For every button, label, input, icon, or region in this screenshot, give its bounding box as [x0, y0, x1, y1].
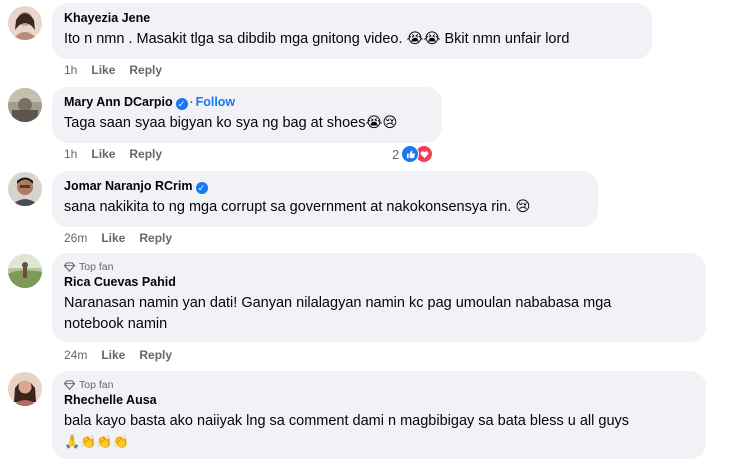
comment-emoji-line: 🙏👏👏👏	[64, 435, 129, 450]
comment-text-line: Naranasan namin yan dati! Ganyan nilalag…	[64, 295, 612, 311]
like-button[interactable]: Like	[91, 147, 115, 161]
commenter-name-row: Jomar Naranjo RCrim ✓	[64, 178, 586, 195]
commenter-name[interactable]: Jomar Naranjo RCrim	[64, 179, 193, 193]
like-button[interactable]: Like	[101, 348, 125, 362]
commenter-name[interactable]: Rica Cuevas Pahid	[64, 274, 694, 291]
comment-item: Mary Ann DCarpio ✓ · Follow Taga saan syaa …	[0, 84, 750, 164]
like-button[interactable]: Like	[101, 231, 125, 245]
commenter-name[interactable]: Khayezia Jene	[64, 10, 640, 27]
comment-item: Top fan Rhechelle Ausa bala kayo basta a…	[0, 368, 750, 460]
comment-text-line: notebook namin	[64, 316, 168, 332]
comment-actions: 24m Like Reply	[64, 348, 186, 362]
top-fan-badge: Top fan	[63, 260, 694, 274]
verified-badge-icon: ✓	[175, 98, 188, 110]
reaction-count: 2	[392, 146, 400, 162]
comment-actions: 26m Like Reply	[64, 231, 186, 245]
diamond-icon	[63, 262, 76, 272]
avatar[interactable]	[8, 88, 42, 122]
top-fan-badge: Top fan	[63, 378, 694, 392]
comment-actions: 1h Like Reply	[64, 63, 176, 77]
comment-text: Ito n nmn . Masakit tlga sa dibdib mga g…	[64, 31, 570, 47]
commenter-name-row: Mary Ann DCarpio ✓ · Follow	[64, 94, 430, 111]
comment-bubble: Top fan Rica Cuevas Pahid Naranasan nami…	[52, 253, 706, 342]
reply-button[interactable]: Reply	[139, 348, 172, 362]
avatar[interactable]	[8, 172, 42, 206]
comment-time[interactable]: 1h	[64, 147, 77, 161]
top-fan-label: Top fan	[79, 261, 114, 273]
comment-text-line: bala kayo basta ako naiiyak lng sa comme…	[64, 413, 630, 429]
comment-time[interactable]: 24m	[64, 348, 87, 362]
comment-item: Top fan Rica Cuevas Pahid Naranasan nami…	[0, 250, 750, 365]
comment-text: Taga saan syaa bigyan ko sya ng bag at s…	[64, 115, 398, 131]
avatar[interactable]	[8, 6, 42, 40]
follow-button[interactable]: Follow	[196, 95, 236, 109]
reply-button[interactable]: Reply	[129, 63, 162, 77]
commenter-name[interactable]: Mary Ann DCarpio	[64, 95, 173, 109]
comment-bubble: Mary Ann DCarpio ✓ · Follow Taga saan syaa …	[52, 87, 442, 143]
diamond-icon	[63, 380, 76, 390]
comment-actions: 1h Like Reply	[64, 147, 176, 161]
comment-item: Khayezia Jene Ito n nmn . Masakit tlga s…	[0, 0, 750, 80]
avatar[interactable]	[8, 372, 42, 406]
like-button[interactable]: Like	[91, 63, 115, 77]
top-fan-label: Top fan	[79, 379, 114, 391]
like-reaction-icon	[401, 145, 420, 163]
comment-bubble: Top fan Rhechelle Ausa bala kayo basta a…	[52, 371, 706, 459]
separator-dot: ·	[189, 95, 194, 109]
comment-item: Jomar Naranjo RCrim ✓ sana nakikita to ng…	[0, 168, 750, 248]
commenter-name[interactable]: Rhechelle Ausa	[64, 392, 694, 409]
avatar[interactable]	[8, 254, 42, 288]
comment-time[interactable]: 1h	[64, 63, 77, 77]
comment-bubble: Khayezia Jene Ito n nmn . Masakit tlga s…	[52, 3, 652, 59]
verified-badge-icon: ✓	[195, 182, 208, 194]
comment-bubble: Jomar Naranjo RCrim ✓ sana nakikita to ng…	[52, 171, 598, 227]
reply-button[interactable]: Reply	[129, 147, 162, 161]
reaction-summary[interactable]: 2	[392, 145, 434, 163]
comment-text: sana nakikita to ng mga corrupt sa gover…	[64, 199, 531, 215]
reply-button[interactable]: Reply	[139, 231, 172, 245]
comment-time[interactable]: 26m	[64, 231, 87, 245]
